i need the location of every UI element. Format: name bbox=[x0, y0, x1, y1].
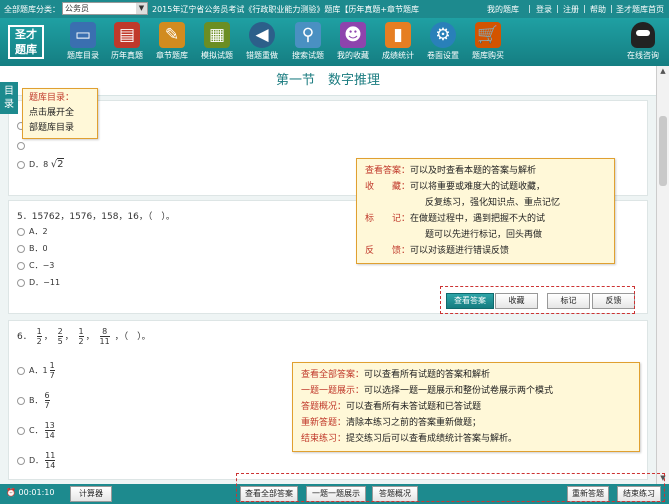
radio-icon[interactable] bbox=[17, 244, 25, 253]
chevron-down-icon: ▼ bbox=[136, 3, 147, 14]
radio-icon[interactable] bbox=[17, 160, 25, 169]
question-stem: 5．15762，1576，158，16，（ ）。 bbox=[17, 212, 175, 222]
link-login[interactable]: 登录 bbox=[536, 4, 552, 15]
link-home[interactable]: 圣才题库首页 bbox=[616, 4, 664, 15]
link-register[interactable]: 注册 bbox=[563, 4, 579, 15]
fraction: 11 14 bbox=[45, 451, 56, 470]
book-icon: ▤ bbox=[114, 22, 140, 48]
monitor-icon: ▭ bbox=[70, 22, 96, 48]
category-label: 全部题库分类： bbox=[4, 5, 60, 14]
option-d[interactable]: D．8 √2 bbox=[17, 158, 64, 170]
fraction: 25 bbox=[57, 327, 63, 346]
paper-icon: ▦ bbox=[204, 22, 230, 48]
online-consult[interactable]: 在线咨询 bbox=[623, 22, 663, 61]
highlight-question-buttons bbox=[440, 286, 635, 314]
highlight-bottom-buttons bbox=[236, 473, 665, 502]
logo: 圣才 题库 bbox=[8, 25, 44, 59]
scroll-up-icon[interactable]: ▲ bbox=[658, 66, 668, 76]
arrow-icon: ◀ bbox=[249, 22, 275, 48]
tool-chapter-bank[interactable]: ✎ 章节题库 bbox=[150, 22, 194, 61]
radio-icon[interactable] bbox=[17, 141, 25, 150]
tip-bottom-actions: 查看全部答案：可以查看所有试题的答案和解析 一题一题展示：可以选择一题一题展示和… bbox=[292, 362, 640, 452]
tool-favorites[interactable]: ☻ 我的收藏 bbox=[331, 22, 375, 61]
tool-mock-exam[interactable]: ▦ 模拟试题 bbox=[195, 22, 239, 61]
radio-icon[interactable] bbox=[17, 227, 25, 236]
user-icon: ☻ bbox=[340, 22, 366, 48]
tool-catalog[interactable]: ▭ 题库目录 bbox=[61, 22, 105, 61]
calculator-button[interactable]: 计算器 bbox=[70, 486, 112, 502]
option-a[interactable]: A．2 bbox=[17, 226, 48, 237]
chart-icon: ▮ bbox=[385, 22, 411, 48]
option-c[interactable]: C． 13 14 bbox=[17, 421, 57, 440]
tip-catalog: 题库目录： 点击展开全 部题库目录 bbox=[22, 88, 98, 139]
separator: | bbox=[528, 4, 531, 13]
separator: | bbox=[556, 4, 559, 13]
option-b[interactable]: B．0 bbox=[17, 243, 48, 254]
fraction: 17 bbox=[49, 361, 55, 380]
radio-icon[interactable] bbox=[17, 278, 25, 287]
category-value: 公务员 bbox=[65, 4, 89, 13]
tool-statistics[interactable]: ▮ 成绩统计 bbox=[376, 22, 420, 61]
separator: | bbox=[610, 4, 613, 13]
radio-icon[interactable] bbox=[17, 366, 25, 375]
radio-icon[interactable] bbox=[17, 456, 25, 465]
cart-icon: 🛒 bbox=[475, 22, 501, 48]
radio-icon[interactable] bbox=[17, 426, 25, 435]
pencil-icon: ✎ bbox=[159, 22, 185, 48]
scroll-thumb[interactable] bbox=[659, 116, 667, 186]
vertical-scrollbar[interactable]: ▲ ▼ bbox=[656, 66, 669, 484]
top-bar: 全部题库分类： 公务员 ▼ 2015年辽宁省公务员考试《行政职业能力测验》题库【… bbox=[0, 0, 669, 18]
alarm-clock-icon: ⏰ bbox=[6, 488, 16, 497]
sqrt-icon: √2 bbox=[50, 158, 64, 170]
option-row[interactable] bbox=[17, 141, 29, 150]
fraction: 12 bbox=[78, 327, 84, 346]
catalog-side-tab[interactable]: 目录 bbox=[0, 82, 18, 114]
radio-icon[interactable] bbox=[17, 396, 25, 405]
option-d[interactable]: D．−11 bbox=[17, 277, 60, 288]
question-stem: 6． 1 2， 2 5， 1 2， 8 11 ，（ ）。 bbox=[17, 327, 151, 346]
fraction: 67 bbox=[44, 391, 50, 410]
exam-title: 2015年辽宁省公务员考试《行政职业能力测验》题库【历年真题+章节题库 bbox=[152, 5, 420, 14]
option-d[interactable]: D． 11 14 bbox=[17, 451, 57, 470]
separator: | bbox=[583, 4, 586, 13]
fraction: 13 14 bbox=[44, 421, 55, 440]
tool-past-exams[interactable]: ▤ 历年真题 bbox=[105, 22, 149, 61]
section-title: 第一节 数字推理 bbox=[0, 66, 656, 96]
fraction: 8 11 bbox=[99, 327, 110, 346]
tool-settings[interactable]: ⚙ 卷面设置 bbox=[421, 22, 465, 61]
tool-purchase[interactable]: 🛒 题库购买 bbox=[466, 22, 510, 61]
option-b[interactable]: B． 6 7 bbox=[17, 391, 52, 410]
main-toolbar: 圣才 题库 ▭ 题库目录 ▤ 历年真题 ✎ 章节题库 ▦ 模拟试题 ◀ 错题重做 ⚲ 搜索试… bbox=[0, 18, 669, 66]
tool-search[interactable]: ⚲ 搜索试题 bbox=[286, 22, 330, 61]
tool-redo-wrong[interactable]: ◀ 错题重做 bbox=[240, 22, 284, 61]
link-help[interactable]: 帮助 bbox=[590, 4, 606, 15]
category-select[interactable]: 公务员 ▼ bbox=[62, 2, 148, 15]
option-c[interactable]: C．−3 bbox=[17, 260, 54, 271]
timer: ⏰ 00:01:10 bbox=[6, 488, 55, 497]
option-a[interactable]: A．1 1 7 bbox=[17, 361, 57, 380]
qq-penguin-icon bbox=[631, 22, 655, 48]
search-icon: ⚲ bbox=[295, 22, 321, 48]
gear-icon: ⚙ bbox=[430, 22, 456, 48]
radio-icon[interactable] bbox=[17, 261, 25, 270]
tip-question-actions: 查看答案：可以及时查看本题的答案与解析 收 藏：可以将重要或难度大的试题收藏， … bbox=[356, 158, 615, 264]
link-my-bank[interactable]: 我的题库 bbox=[487, 4, 519, 15]
fraction: 12 bbox=[36, 327, 42, 346]
